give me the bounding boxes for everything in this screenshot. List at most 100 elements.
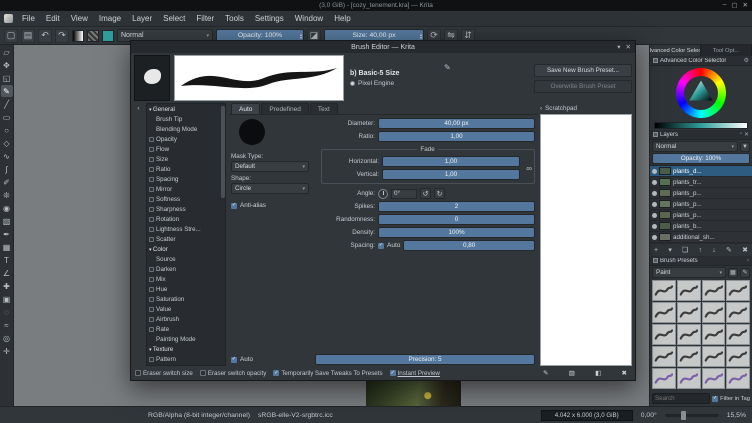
- brush-option[interactable]: Rate: [147, 324, 221, 334]
- shape-dropdown[interactable]: Circle ▾: [231, 183, 309, 194]
- redo-icon[interactable]: ↷: [55, 28, 69, 43]
- scratchpad-paint-icon[interactable]: ✎: [543, 369, 548, 377]
- vertical-fade-slider[interactable]: 1,00: [382, 169, 520, 180]
- settings-icon[interactable]: ⚙: [744, 57, 749, 64]
- brush-preset-thumbnail[interactable]: [726, 302, 750, 323]
- brush-option[interactable]: Lightness Stre...: [147, 224, 221, 234]
- bezier-curve-tool[interactable]: ∫: [1, 163, 13, 175]
- tab-text[interactable]: Text: [309, 103, 338, 114]
- brush-option[interactable]: Pattern: [147, 354, 221, 364]
- option-checkbox[interactable]: [149, 166, 154, 172]
- option-checkbox[interactable]: [149, 226, 154, 232]
- filter-in-tag-checkbox[interactable]: [712, 395, 719, 402]
- polygon-tool[interactable]: ◇: [1, 137, 13, 149]
- brush-option[interactable]: Brush Tip: [147, 114, 221, 124]
- brush-preset-thumbnail[interactable]: [652, 324, 676, 345]
- brush-preset-thumbnail[interactable]: [676, 346, 701, 367]
- menu-image[interactable]: Image: [94, 13, 126, 24]
- option-checkbox[interactable]: [149, 286, 154, 292]
- brush-preset-thumbnail[interactable]: [652, 302, 676, 323]
- spacing-slider[interactable]: 0,80: [403, 240, 535, 251]
- visibility-icon[interactable]: [652, 223, 657, 229]
- ratio-slider[interactable]: 1,00: [378, 131, 535, 142]
- close-dialog-icon[interactable]: ✕: [626, 43, 631, 51]
- scratchpad-fill-gradient-icon[interactable]: ▨: [569, 369, 575, 377]
- text-tool[interactable]: T: [1, 254, 13, 266]
- option-checkbox[interactable]: [149, 356, 154, 362]
- scrollbar-thumb[interactable]: [221, 106, 225, 198]
- tag-filter-dropdown[interactable]: Paint ▾: [652, 267, 726, 278]
- option-checkbox[interactable]: [149, 186, 154, 192]
- option-checkbox[interactable]: [149, 276, 154, 282]
- visibility-icon[interactable]: [652, 212, 657, 218]
- brush-option[interactable]: Color: [147, 244, 221, 254]
- option-checkbox[interactable]: [149, 266, 154, 272]
- dynamic-brush-tool[interactable]: ✐: [1, 176, 13, 188]
- zoom-tool[interactable]: ◎: [1, 332, 13, 344]
- scratchpad-clear-icon[interactable]: ✖: [622, 369, 627, 377]
- color-sampler-tool[interactable]: ✒: [1, 228, 13, 240]
- brush-preset-thumbnail[interactable]: [701, 368, 726, 389]
- brush-preset-thumbnail[interactable]: [676, 368, 701, 389]
- brush-preset-thumbnail[interactable]: [676, 302, 701, 323]
- antialias-checkbox[interactable]: [231, 202, 237, 209]
- edit-tag-icon[interactable]: ✎: [740, 267, 750, 278]
- brush-option[interactable]: Painting Mode: [147, 334, 221, 344]
- layer-row[interactable]: plants_d...: [650, 166, 752, 177]
- menu-window[interactable]: Window: [290, 13, 328, 24]
- collapse-scratchpad-icon[interactable]: ‹: [540, 105, 542, 112]
- brush-option[interactable]: Size: [147, 154, 221, 164]
- angle-dial[interactable]: [378, 188, 388, 199]
- assistants-tool[interactable]: ✚: [1, 280, 13, 292]
- brush-option[interactable]: Scatter: [147, 234, 221, 244]
- freehand-selection-tool[interactable]: ≈: [1, 319, 13, 331]
- pan-tool[interactable]: ✛: [1, 345, 13, 357]
- precision-slider[interactable]: Precision: 5: [315, 354, 535, 365]
- tab-advanced-color-selector[interactable]: Advanced Color Selec...: [650, 45, 701, 56]
- option-checkbox[interactable]: [149, 306, 154, 312]
- brush-search-input[interactable]: [652, 393, 711, 404]
- horizontal-fade-slider[interactable]: 1,00: [382, 156, 520, 167]
- transform-tool[interactable]: ▱: [1, 46, 13, 58]
- tab-predefined[interactable]: Predefined: [261, 103, 309, 114]
- multibrush-tool[interactable]: ❊: [1, 189, 13, 201]
- visibility-icon[interactable]: [652, 179, 657, 185]
- menu-select[interactable]: Select: [158, 13, 190, 24]
- menu-filter[interactable]: Filter: [191, 13, 219, 24]
- menu-file[interactable]: File: [17, 13, 40, 24]
- duplicate-layer-icon[interactable]: ❏: [682, 246, 688, 254]
- brush-option[interactable]: Rotation: [147, 214, 221, 224]
- mask-type-dropdown[interactable]: Default ▾: [231, 161, 309, 172]
- maximize-icon[interactable]: ▢: [731, 1, 737, 9]
- brush-preset-thumbnail[interactable]: [701, 324, 726, 345]
- tab-auto[interactable]: Auto: [231, 103, 261, 114]
- delete-layer-icon[interactable]: ✖: [742, 246, 748, 254]
- brush-option[interactable]: Mix: [147, 274, 221, 284]
- brush-preset-thumbnail[interactable]: [676, 324, 701, 345]
- brush-option[interactable]: Softness: [147, 194, 221, 204]
- option-checkbox[interactable]: [149, 316, 154, 322]
- move-layer-down-icon[interactable]: ↓: [712, 247, 716, 254]
- float-docker-icon[interactable]: ▫: [747, 258, 749, 264]
- shade-dialog-icon[interactable]: ▾: [617, 43, 620, 51]
- layer-row[interactable]: plants_b...: [650, 221, 752, 232]
- brush-option[interactable]: Mirror: [147, 184, 221, 194]
- shade-selector[interactable]: [654, 122, 748, 129]
- option-checkbox[interactable]: [149, 216, 154, 222]
- pattern-swatch[interactable]: [87, 29, 99, 42]
- scratchpad-fill-background-icon[interactable]: ◧: [595, 369, 601, 377]
- brush-option[interactable]: Strength: [147, 364, 221, 365]
- visibility-icon[interactable]: [652, 168, 657, 174]
- freehand-brush-tool[interactable]: ✎: [0, 85, 13, 97]
- advanced-color-selector[interactable]: [650, 66, 752, 130]
- brush-preset-thumbnail[interactable]: [652, 368, 676, 389]
- brush-preset-thumbnail[interactable]: [701, 302, 726, 323]
- overwrite-preset-button[interactable]: Overwrite Brush Preset: [534, 79, 632, 93]
- fill-tool[interactable]: ◉: [1, 202, 13, 214]
- foreground-color-swatch[interactable]: [102, 29, 114, 42]
- instant-preview-checkbox[interactable]: [389, 370, 396, 376]
- option-checkbox[interactable]: [149, 236, 154, 242]
- brush-preset-thumbnail[interactable]: [726, 346, 750, 367]
- spacing-auto-checkbox[interactable]: [378, 242, 384, 249]
- brush-option[interactable]: Darken: [147, 264, 221, 274]
